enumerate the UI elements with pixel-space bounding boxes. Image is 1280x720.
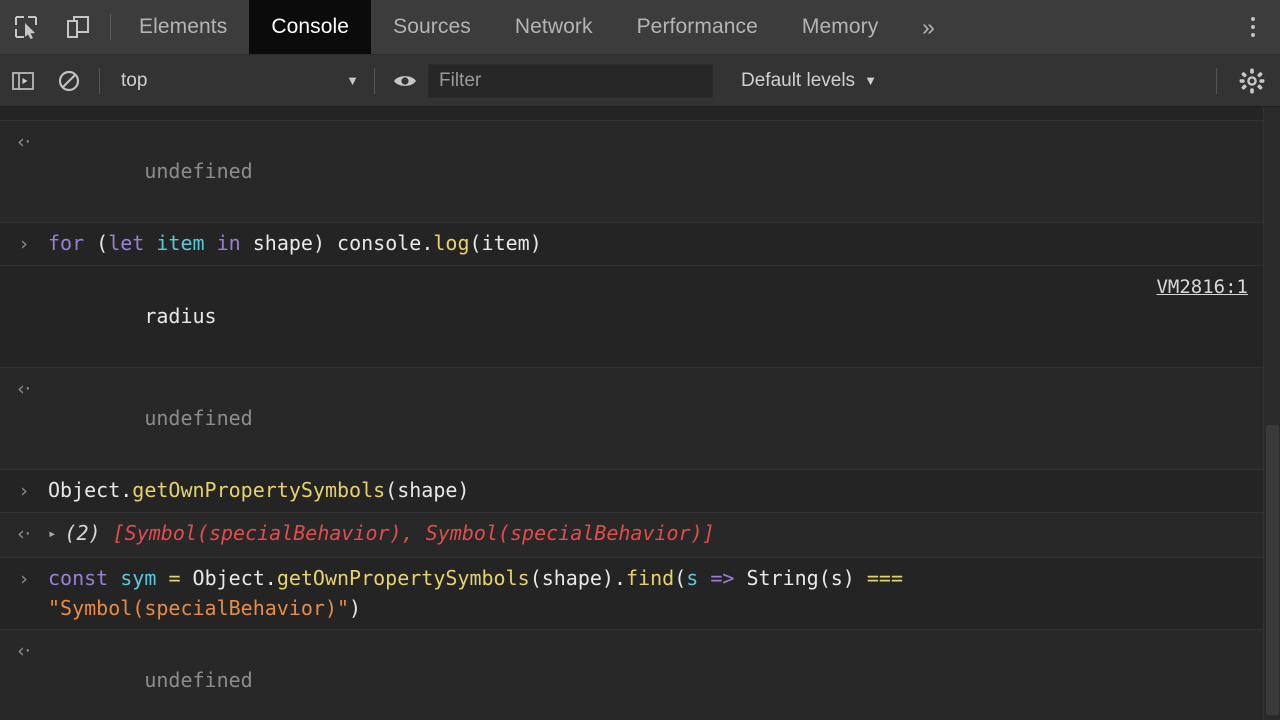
row-content: undefined: [48, 635, 1280, 720]
inspect-element-icon[interactable]: [0, 0, 52, 54]
console-scrollbar[interactable]: [1263, 107, 1280, 720]
more-tabs-icon[interactable]: »: [900, 0, 956, 54]
clear-console-icon[interactable]: [46, 55, 92, 107]
filter-placeholder: Filter: [439, 69, 482, 91]
array-count: (2): [64, 521, 101, 545]
row-gutter: ›: [0, 228, 48, 259]
kebab-dot: [1251, 17, 1255, 21]
console-row-log[interactable]: radius VM2816:1: [0, 265, 1280, 368]
execution-context-selector[interactable]: top ▼: [107, 66, 367, 96]
result-arrow-icon: ‹·: [17, 378, 31, 400]
log-text: radius: [144, 304, 217, 328]
log-level-selector[interactable]: Default levels ▼: [741, 70, 877, 92]
tab-label: Sources: [393, 15, 471, 38]
chevron-down-icon: ▼: [864, 73, 877, 88]
row-content: undefined: [48, 373, 1280, 463]
row-content: ▸ (2) [Symbol(specialBehavior), Symbol(sp…: [48, 518, 1280, 551]
undefined-value: undefined: [144, 668, 253, 692]
undefined-value: undefined: [144, 406, 253, 430]
devtools-tab-bar: Elements Console Sources Network Perform…: [0, 0, 1280, 55]
row-content: const sym = Object.getOwnPropertySymbols…: [48, 566, 903, 620]
tab-elements[interactable]: Elements: [117, 0, 249, 54]
row-gutter: ‹·: [0, 518, 48, 549]
console-row-result-array[interactable]: ‹· ▸ (2) [Symbol(specialBehavior), Symbol…: [0, 512, 1280, 558]
console-toolbar: top ▼ Filter Default levels ▼: [0, 55, 1280, 107]
toolbar-divider: [110, 14, 111, 40]
console-message-list[interactable]: ▸__proto__: Object ‹· undefined › for (l…: [0, 107, 1280, 720]
row-gutter: ›: [0, 563, 48, 594]
execution-context-value: top: [121, 69, 148, 91]
tab-console[interactable]: Console: [249, 0, 372, 54]
console-row-input-multiline[interactable]: › const sym = Object.getOwnPropertySymbo…: [0, 557, 1280, 630]
kebab-dot: [1251, 33, 1255, 37]
toolbar-divider: [374, 67, 375, 94]
result-arrow-icon: ‹·: [17, 640, 31, 662]
console-row-result[interactable]: ‹· undefined: [0, 629, 1280, 720]
chevron-down-icon: ▼: [346, 73, 359, 88]
console-toolbar-right: [1209, 55, 1280, 106]
log-level-label: Default levels: [741, 69, 856, 91]
array-item: Symbol(specialBehavior): [425, 521, 703, 545]
result-arrow-icon: ‹·: [17, 523, 31, 545]
scrollbar-thumb[interactable]: [1266, 425, 1279, 715]
console-sidebar-icon[interactable]: [0, 55, 46, 107]
tab-label: Network: [514, 15, 593, 38]
input-arrow-icon: ›: [20, 568, 28, 590]
row-gutter: ›: [0, 475, 48, 506]
tab-label: Elements: [139, 15, 228, 38]
toolbar-divider: [99, 67, 100, 94]
kebab-dot: [1251, 25, 1255, 29]
array-item: Symbol(specialBehavior): [124, 521, 402, 545]
tab-label: Console: [271, 15, 350, 38]
console-row-proto[interactable]: ▸__proto__: Object: [0, 107, 1280, 121]
more-options-icon[interactable]: [1226, 0, 1280, 54]
input-arrow-icon: ›: [20, 480, 28, 502]
device-toolbar-icon[interactable]: [52, 0, 104, 54]
row-gutter: [0, 107, 48, 108]
input-arrow-icon: ›: [20, 233, 28, 255]
live-expression-eye-icon[interactable]: [382, 55, 428, 107]
log-source-link[interactable]: VM2816:1: [1156, 272, 1248, 302]
tab-bar-right-group: [1213, 0, 1280, 54]
row-content: undefined: [48, 126, 1280, 216]
tab-label: Memory: [801, 15, 879, 38]
console-rows: ▸__proto__: Object ‹· undefined › for (l…: [0, 107, 1280, 720]
result-arrow-icon: ‹·: [17, 131, 31, 153]
expand-triangle-icon[interactable]: ▸: [48, 519, 56, 549]
console-row-input[interactable]: › for (let item in shape) console.log(it…: [0, 222, 1280, 266]
undefined-value: undefined: [144, 159, 253, 183]
settings-gear-icon[interactable]: [1224, 55, 1280, 107]
tab-memory[interactable]: Memory: [780, 0, 900, 54]
console-row-result[interactable]: ‹· undefined: [0, 367, 1280, 470]
console-row-input[interactable]: › Object.getOwnPropertySymbols(shape): [0, 469, 1280, 513]
tab-network[interactable]: Network: [493, 0, 615, 54]
tab-performance[interactable]: Performance: [615, 0, 780, 54]
row-content: ▸__proto__: Object: [48, 107, 1280, 120]
console-row-result[interactable]: ‹· undefined: [0, 120, 1280, 223]
row-gutter: ‹·: [0, 373, 48, 404]
row-gutter: ‹·: [0, 635, 48, 666]
toolbar-divider: [1216, 67, 1217, 94]
more-tabs-label: »: [921, 13, 935, 40]
row-content: radius: [48, 271, 1280, 361]
row-gutter: ‹·: [0, 126, 48, 157]
row-content: Object.getOwnPropertySymbols(shape): [48, 478, 470, 502]
tab-sources[interactable]: Sources: [371, 0, 493, 54]
row-content: for (let item in shape) console.log(item…: [48, 231, 542, 255]
tab-label: Performance: [636, 15, 758, 38]
filter-input[interactable]: Filter: [428, 63, 713, 98]
row-gutter: [0, 271, 48, 272]
